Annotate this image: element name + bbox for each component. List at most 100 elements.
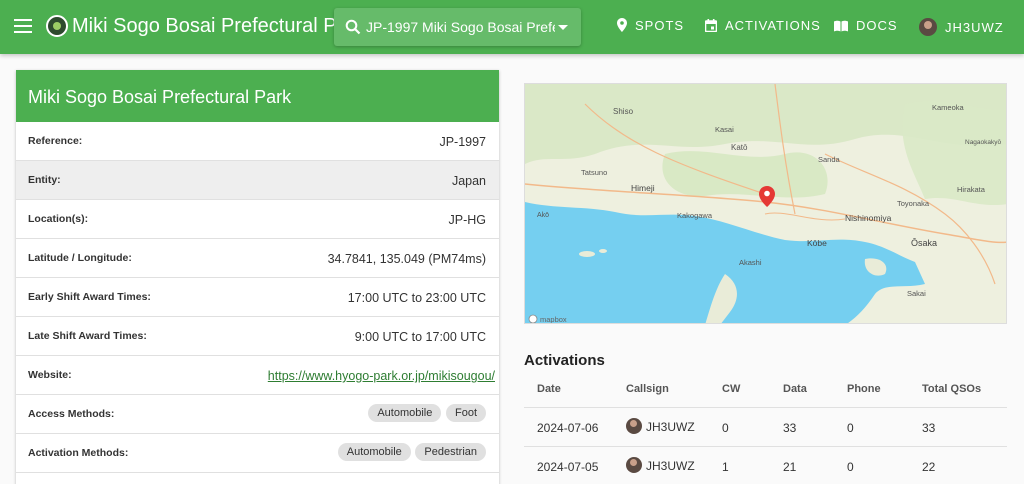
detail-label: Website: [28,369,72,381]
detail-row-late-shift: Late Shift Award Times: 9:00 UTC to 17:0… [16,317,499,356]
callsign-text: JH3UWZ [646,420,695,434]
cell-date: 2024-07-06 [537,421,599,435]
map-marker-icon [617,18,627,32]
map-label: Kameoka [932,103,965,112]
map-label: Hirakata [957,185,986,194]
detail-label: Early Shift Award Times: [28,291,151,303]
column-header-cw[interactable]: CW [722,383,740,395]
park-details-card: Miki Sogo Bosai Prefectural Park Referen… [16,70,499,484]
mapbox-logo-icon[interactable]: mapbox [528,314,567,324]
website-link[interactable]: https://www.hyogo-park.or.jp/mikisougou/ [268,369,495,383]
cell-callsign[interactable]: JH3UWZ [626,418,695,434]
detail-label: Entity: [28,174,61,186]
cell-cw: 1 [722,460,729,474]
table-row[interactable]: 2024-07-05 JH3UWZ 1 21 0 22 [524,447,1007,484]
activation-method-chip: Pedestrian [415,443,486,461]
map-label: Akashi [739,258,762,267]
detail-row-latlon: Latitude / Longitude: 34.7841, 135.049 (… [16,239,499,278]
map-label: Kōbe [807,238,827,248]
cell-date: 2024-07-05 [537,460,599,474]
park-select-value: JP-1997 Miki Sogo Bosai Prefectural Park [366,19,555,35]
detail-label: Late Shift Award Times: [28,330,147,342]
column-header-data[interactable]: Data [783,383,807,395]
detail-value: JP-HG [448,213,487,227]
map-label: Tatsuno [581,168,607,177]
detail-label: Access Methods: [28,408,115,420]
map-label: Ōsaka [911,238,937,248]
detail-value: JP-1997 [439,135,486,149]
map-label: Katō [731,143,748,152]
access-method-chip: Foot [445,404,486,422]
search-icon [345,19,361,35]
activations-table: Date Callsign CW Data Phone Total QSOs 2… [524,370,1007,484]
detail-value: 17:00 UTC to 23:00 UTC [347,291,486,305]
map-label: Sanda [818,155,841,164]
nav-user-label: JH3UWZ [945,20,1004,35]
column-header-total-qsos[interactable]: Total QSOs [922,383,981,395]
detail-row-reference: Reference: JP-1997 [16,122,499,161]
detail-row-access-methods: Access Methods: Automobile Foot [16,395,499,434]
detail-label: Latitude / Longitude: [28,252,132,264]
user-avatar [626,457,642,473]
cell-total: 33 [922,421,936,435]
map-label: Nagaokakyō [965,139,1002,146]
nav-user[interactable]: JH3UWZ [919,18,1004,38]
detail-label: Activation Methods: [28,447,129,459]
access-method-chip: Automobile [368,404,442,422]
nav-activations-label: ACTIVATIONS [725,18,821,33]
cell-total: 22 [922,460,936,474]
table-row[interactable]: 2024-07-06 JH3UWZ 0 33 0 33 [524,408,1007,447]
column-header-date[interactable]: Date [537,383,561,395]
detail-row-entity: Entity: Japan [16,161,499,200]
detail-label: Location(s): [28,213,89,225]
detail-row-locations: Location(s): JP-HG [16,200,499,239]
activation-method-chip: Automobile [337,443,411,461]
detail-value: 9:00 UTC to 17:00 UTC [354,330,486,344]
map-label: Sakai [907,289,926,298]
detail-value: Japan [451,174,486,188]
activation-methods-chips: Automobile Pedestrian [337,443,486,461]
nav-spots-label: SPOTS [635,18,685,33]
book-icon [834,20,848,32]
cell-callsign[interactable]: JH3UWZ [626,457,695,473]
map-canvas[interactable]: Shiso Kasai Katō Sanda Kameoka Tatsuno H… [525,84,1007,324]
map-attribution: mapbox [540,315,567,324]
park-map[interactable]: Shiso Kasai Katō Sanda Kameoka Tatsuno H… [524,83,1007,324]
detail-row-activation-methods: Activation Methods: Automobile Pedestria… [16,434,499,473]
map-label: Kakogawa [677,211,713,220]
access-methods-chips: Automobile Foot [367,404,486,422]
table-header: Date Callsign CW Data Phone Total QSOs [524,370,1007,408]
park-search-select[interactable]: JP-1997 Miki Sogo Bosai Prefectural Park [334,8,581,46]
cell-cw: 0 [722,421,729,435]
nav-spots[interactable]: SPOTS [617,18,684,38]
callsign-text: JH3UWZ [646,459,695,473]
detail-row-website: Website: https://www.hyogo-park.or.jp/mi… [16,356,499,395]
app-bar: Miki Sogo Bosai Prefectural Park JP-1997… [0,0,1024,54]
map-label: Nishinomiya [845,213,892,223]
detail-label: Reference: [28,135,83,147]
menu-icon[interactable] [14,19,32,33]
detail-row-early-shift: Early Shift Award Times: 17:00 UTC to 23… [16,278,499,317]
activations-title: Activations [524,352,605,369]
calendar-icon [705,19,717,32]
map-label: Shiso [613,107,634,116]
column-header-callsign[interactable]: Callsign [626,383,669,395]
user-avatar [919,18,937,36]
map-label: Akō [537,212,549,219]
cell-data: 33 [783,421,797,435]
user-avatar [626,418,642,434]
map-label: Toyonaka [897,199,930,208]
detail-value: 34.7841, 135.049 (PM74ms) [327,252,486,266]
cell-phone: 0 [847,460,854,474]
park-name-header: Miki Sogo Bosai Prefectural Park [16,70,499,122]
nav-activations[interactable]: ACTIVATIONS [705,18,821,38]
cell-data: 21 [783,460,797,474]
map-label: Himeji [631,183,655,193]
nav-docs-label: DOCS [856,18,898,33]
chevron-down-icon [558,25,568,30]
app-title: Miki Sogo Bosai Prefectural Park [72,15,365,37]
map-label: Kasai [715,125,734,134]
column-header-phone[interactable]: Phone [847,383,881,395]
nav-docs[interactable]: DOCS [834,18,898,38]
pota-logo-icon[interactable] [46,15,68,37]
